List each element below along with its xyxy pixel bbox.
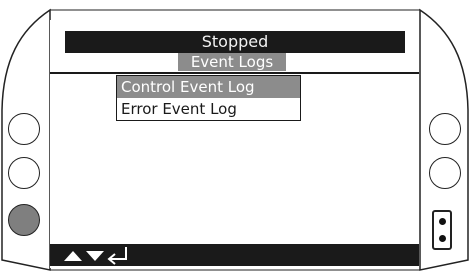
up-arrow-icon[interactable] bbox=[64, 251, 82, 261]
header-divider bbox=[50, 72, 419, 74]
down-arrow-icon[interactable] bbox=[86, 251, 104, 261]
selector-switch[interactable] bbox=[432, 210, 452, 250]
enter-icon[interactable] bbox=[107, 247, 127, 265]
status-text: Stopped bbox=[201, 32, 269, 51]
left-button-top[interactable] bbox=[8, 113, 40, 145]
right-button-top[interactable] bbox=[429, 113, 461, 145]
left-button-middle[interactable] bbox=[8, 157, 40, 189]
switch-dot-bottom bbox=[439, 235, 446, 242]
right-button-middle[interactable] bbox=[429, 157, 461, 189]
left-button-bottom[interactable] bbox=[8, 204, 40, 236]
navigation-icons bbox=[62, 244, 142, 266]
switch-dot-top bbox=[439, 218, 446, 225]
menu-item-control-event-log[interactable]: Control Event Log bbox=[117, 76, 300, 98]
menu-item-error-event-log[interactable]: Error Event Log bbox=[117, 98, 300, 120]
menu-title: Event Logs bbox=[178, 53, 286, 71]
menu-list: Control Event Log Error Event Log bbox=[116, 75, 301, 121]
status-bar: Stopped bbox=[65, 31, 405, 53]
